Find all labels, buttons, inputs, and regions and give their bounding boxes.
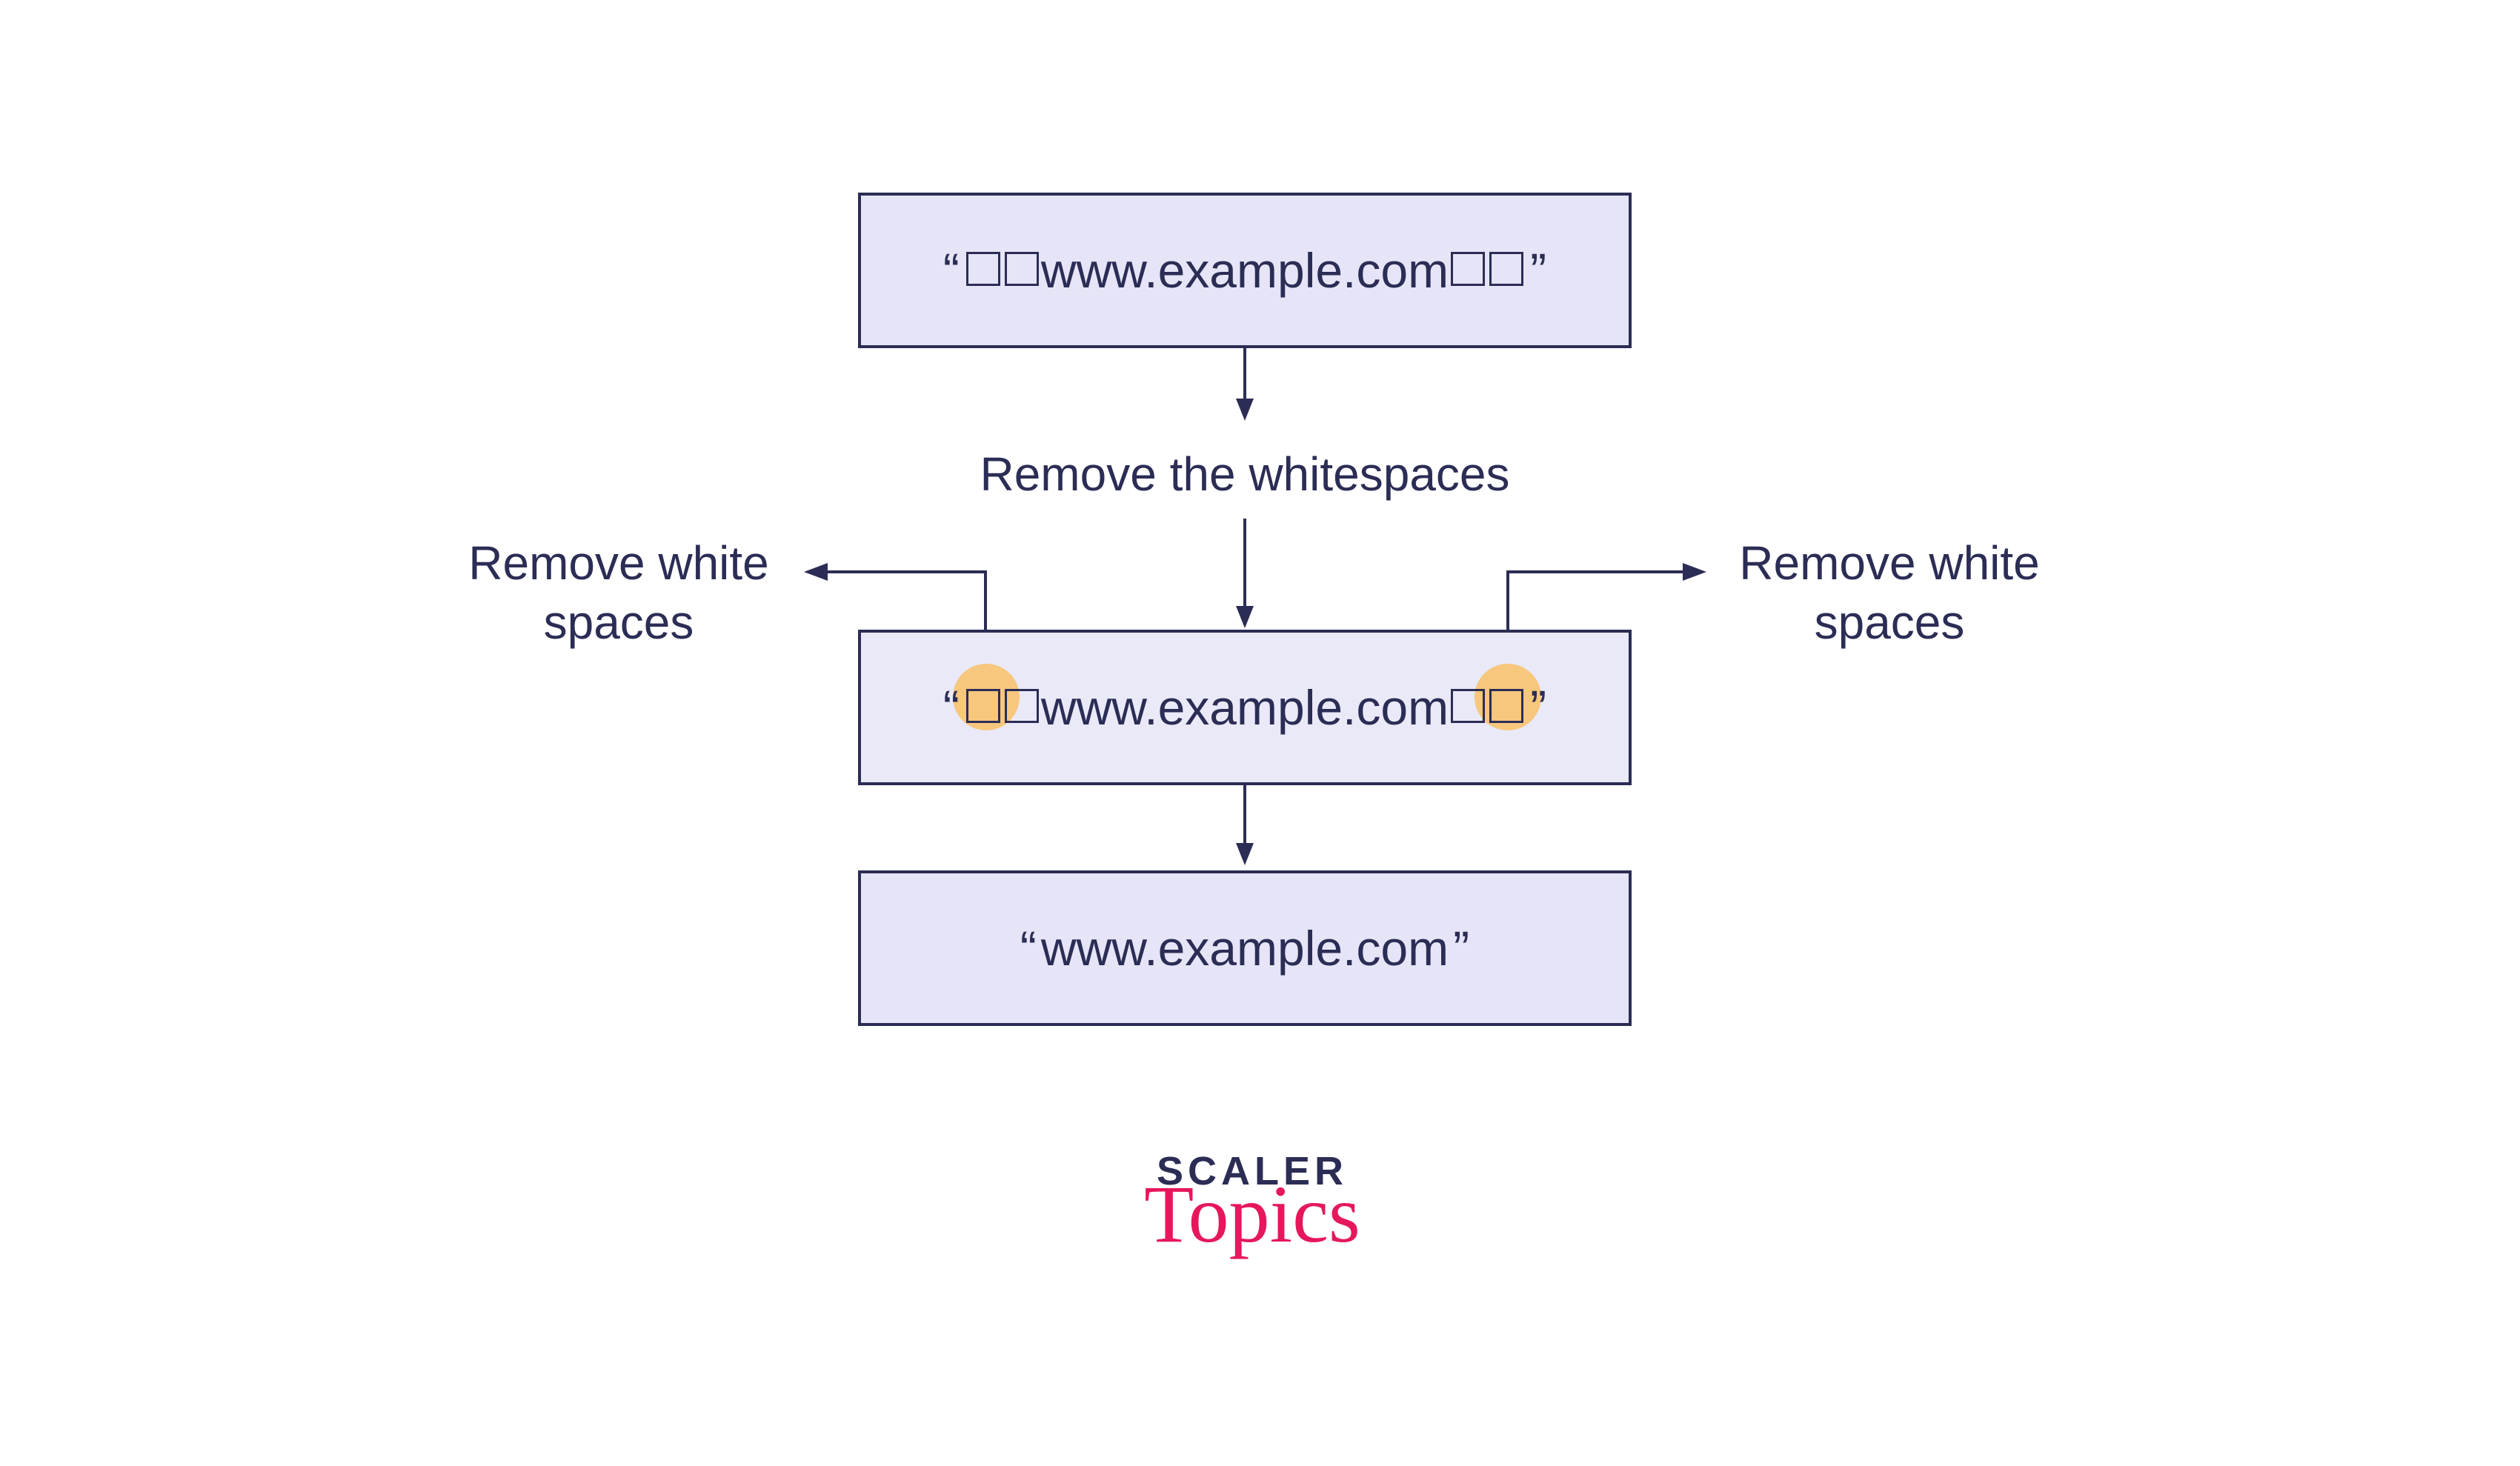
logo-line2: Topics bbox=[1126, 1173, 1378, 1255]
whitespace-icon bbox=[1451, 689, 1485, 723]
whitespace-icon bbox=[966, 252, 1000, 286]
whitespace-icon bbox=[1451, 252, 1485, 286]
output-text: www.example.com bbox=[1041, 920, 1449, 976]
close-quote: ” bbox=[1530, 242, 1546, 299]
open-quote: “ bbox=[1020, 920, 1037, 976]
diagram-stage: “ www.example.com ” Remove the whitespac… bbox=[0, 0, 2520, 1466]
arrow-left-elbow-icon bbox=[804, 563, 997, 637]
left-step-label: Remove white spaces bbox=[441, 533, 797, 652]
open-quote: “ bbox=[943, 679, 960, 736]
middle-box-content: “ www.example.com ” bbox=[939, 679, 1551, 736]
left-step-label-line1: Remove white bbox=[468, 536, 769, 590]
right-step-label-line1: Remove white bbox=[1739, 536, 2040, 590]
close-quote: ” bbox=[1453, 920, 1469, 976]
whitespace-icon bbox=[1489, 689, 1523, 723]
whitespace-icon bbox=[1005, 689, 1039, 723]
arrow-down-icon bbox=[1236, 348, 1254, 422]
middle-box: “ www.example.com ” bbox=[858, 630, 1632, 785]
left-step-label-line2: spaces bbox=[544, 596, 694, 649]
whitespace-icon bbox=[1005, 252, 1039, 286]
input-box-content: “ www.example.com ” bbox=[939, 242, 1551, 299]
middle-text: www.example.com bbox=[1041, 679, 1449, 736]
right-step-label: Remove white spaces bbox=[1712, 533, 2067, 652]
whitespace-icon bbox=[1489, 252, 1523, 286]
brand-logo: SCALER Topics bbox=[1126, 1148, 1378, 1255]
input-box: “ www.example.com ” bbox=[858, 193, 1632, 348]
close-quote: ” bbox=[1530, 679, 1546, 736]
center-step-label: Remove the whitespaces bbox=[948, 444, 1541, 504]
output-box-content: “ www.example.com ” bbox=[1016, 920, 1474, 976]
arrow-down-icon bbox=[1236, 519, 1254, 630]
whitespace-icon bbox=[966, 689, 1000, 723]
output-box: “ www.example.com ” bbox=[858, 870, 1632, 1026]
input-text: www.example.com bbox=[1041, 242, 1449, 299]
right-step-label-line2: spaces bbox=[1815, 596, 1965, 649]
arrow-down-icon bbox=[1236, 785, 1254, 867]
open-quote: “ bbox=[943, 242, 960, 299]
arrow-right-elbow-icon bbox=[1500, 563, 1708, 637]
